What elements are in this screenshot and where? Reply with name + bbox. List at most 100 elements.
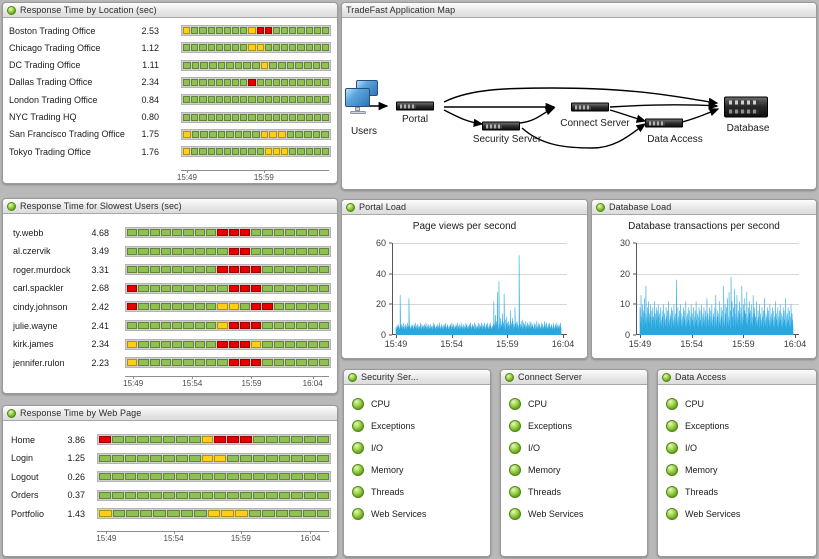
heatmap-cell[interactable] [251, 359, 261, 366]
heatmap-cell[interactable] [269, 131, 277, 138]
metric-row[interactable]: Exceptions [344, 415, 490, 437]
heatmap-cell[interactable] [183, 248, 193, 255]
heatmap-cell-strip[interactable] [181, 60, 331, 71]
heatmap-cell[interactable] [125, 473, 137, 480]
heatmap-cell[interactable] [150, 436, 162, 443]
heatmap-cell-strip[interactable] [125, 246, 331, 257]
heatmap-row[interactable]: Dallas Trading Office2.34 [3, 76, 337, 89]
metric-row[interactable]: I/O [344, 437, 490, 459]
heatmap-cell[interactable] [319, 322, 329, 329]
heatmap-cell[interactable] [192, 131, 200, 138]
heatmap-cell[interactable] [321, 62, 329, 69]
heatmap-cell[interactable] [217, 266, 227, 273]
heatmap-cell[interactable] [127, 266, 137, 273]
heatmap-cell[interactable] [191, 44, 198, 51]
heatmap-cell[interactable] [195, 322, 205, 329]
heatmap-cell[interactable] [99, 436, 111, 443]
heatmap-cell[interactable] [150, 359, 160, 366]
heatmap-cell[interactable] [296, 359, 306, 366]
heatmap-cell[interactable] [308, 248, 318, 255]
heatmap-cell[interactable] [265, 27, 272, 34]
heatmap-cell[interactable] [183, 322, 193, 329]
heatmap-cell[interactable] [295, 131, 303, 138]
heatmap-cell[interactable] [322, 96, 329, 103]
heatmap-cell[interactable] [261, 62, 269, 69]
heatmap-cell[interactable] [199, 79, 206, 86]
heatmap-cell[interactable] [138, 285, 148, 292]
heatmap-cell[interactable] [195, 229, 205, 236]
heatmap-cell-strip[interactable] [97, 471, 331, 482]
heatmap-cell[interactable] [306, 79, 313, 86]
metric-row[interactable]: Threads [501, 481, 647, 503]
heatmap-cell[interactable] [183, 266, 193, 273]
heatmap-cell[interactable] [317, 455, 329, 462]
heatmap-cell[interactable] [189, 492, 201, 499]
heatmap-cell[interactable] [322, 27, 329, 34]
heatmap-cell-strip[interactable] [181, 146, 331, 157]
heatmap-row[interactable]: al.czervik3.49 [3, 245, 337, 258]
heatmap-cell[interactable] [99, 510, 112, 517]
heatmap-cell[interactable] [322, 114, 329, 121]
heatmap-cell[interactable] [240, 44, 247, 51]
heatmap-cell[interactable] [150, 285, 160, 292]
heatmap-cell[interactable] [191, 96, 198, 103]
heatmap-cell[interactable] [304, 473, 316, 480]
heatmap-cell[interactable] [265, 44, 272, 51]
heatmap-row[interactable]: jennifer.rulon2.23 [3, 356, 337, 369]
heatmap-cell[interactable] [262, 266, 272, 273]
heatmap-cell[interactable] [269, 62, 277, 69]
heatmap-cell[interactable] [319, 229, 329, 236]
heatmap-cell[interactable] [285, 341, 295, 348]
heatmap-cell[interactable] [281, 44, 288, 51]
heatmap-cell[interactable] [257, 44, 264, 51]
heatmap-cell[interactable] [248, 148, 255, 155]
heatmap-cell[interactable] [172, 359, 182, 366]
heatmap-cell[interactable] [214, 436, 226, 443]
heatmap-cell[interactable] [227, 473, 239, 480]
heatmap-cell[interactable] [297, 79, 304, 86]
heatmap-cell[interactable] [295, 62, 303, 69]
heatmap-cell[interactable] [240, 114, 247, 121]
heatmap-cell[interactable] [319, 248, 329, 255]
heatmap-cell[interactable] [112, 436, 124, 443]
heatmap-cell[interactable] [285, 266, 295, 273]
heatmap-cell[interactable] [206, 359, 216, 366]
metric-row[interactable]: Memory [344, 459, 490, 481]
heatmap-cell[interactable] [251, 322, 261, 329]
heatmap-cell[interactable] [319, 303, 329, 310]
heatmap-cell[interactable] [289, 148, 296, 155]
heatmap-cell-strip[interactable] [181, 77, 331, 88]
heatmap-cell[interactable] [137, 473, 149, 480]
heatmap-cell[interactable] [150, 341, 160, 348]
heatmap-cell[interactable] [138, 266, 148, 273]
heatmap-row[interactable]: julie.wayne2.41 [3, 319, 337, 332]
heatmap-cell[interactable] [304, 436, 316, 443]
heatmap-cell[interactable] [296, 248, 306, 255]
heatmap-cell[interactable] [281, 148, 288, 155]
metric-row[interactable]: Threads [344, 481, 490, 503]
heatmap-cell[interactable] [262, 322, 272, 329]
heatmap-cell[interactable] [214, 492, 226, 499]
heatmap-cell[interactable] [208, 44, 215, 51]
heatmap-cell[interactable] [322, 79, 329, 86]
heatmap-cell[interactable] [274, 285, 284, 292]
heatmap-cell[interactable] [172, 341, 182, 348]
metric-row[interactable]: Memory [658, 459, 816, 481]
heatmap-cell-strip[interactable] [97, 490, 331, 501]
heatmap-cell[interactable] [172, 248, 182, 255]
metric-row[interactable]: Memory [501, 459, 647, 481]
heatmap-cell[interactable] [235, 131, 243, 138]
heatmap-cell[interactable] [279, 473, 291, 480]
heatmap-cell[interactable] [262, 303, 272, 310]
heatmap-cell[interactable] [253, 492, 265, 499]
heatmap-cell[interactable] [229, 341, 239, 348]
heatmap-cell[interactable] [176, 455, 188, 462]
heatmap-cell[interactable] [257, 27, 264, 34]
heatmap-cell[interactable] [313, 62, 321, 69]
metric-row[interactable]: CPU [344, 393, 490, 415]
heatmap-cell[interactable] [296, 341, 306, 348]
heatmap-cell[interactable] [208, 114, 215, 121]
heatmap-cell[interactable] [257, 114, 264, 121]
heatmap-row[interactable]: Portfolio1.43 [3, 507, 337, 520]
heatmap-cell[interactable] [137, 436, 149, 443]
